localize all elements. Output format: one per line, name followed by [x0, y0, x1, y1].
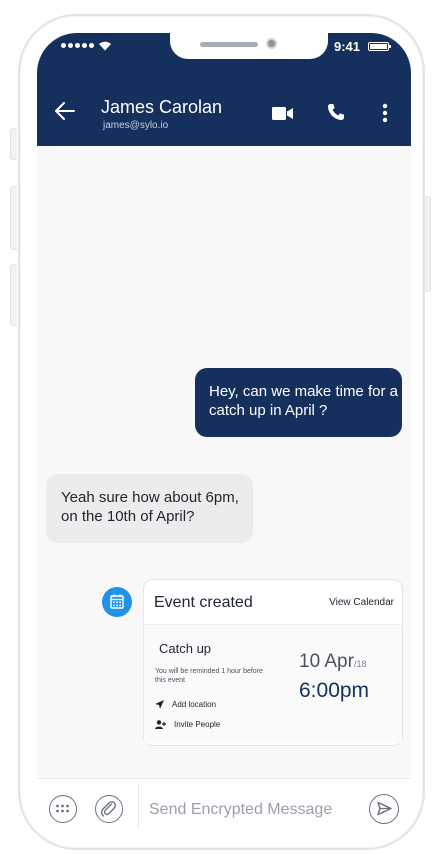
- voice-call-icon[interactable]: [327, 103, 345, 121]
- event-date: 10 Apr/18: [299, 651, 366, 673]
- add-location-label: Add location: [172, 700, 217, 709]
- event-year: /18: [353, 659, 367, 669]
- event-card[interactable]: Event created View Calendar Catch up You…: [143, 579, 403, 746]
- phone-notch: [170, 33, 328, 59]
- incoming-message[interactable]: Yeah sure how about 6pm, on the 10th of …: [46, 474, 253, 543]
- message-input[interactable]: [147, 795, 367, 825]
- attach-button[interactable]: [95, 795, 123, 823]
- status-signal: [61, 40, 112, 51]
- contact-email: james@sylo.io: [103, 120, 169, 131]
- keypad-button[interactable]: [49, 795, 77, 823]
- wifi-icon: [99, 41, 111, 51]
- mute-switch: [10, 128, 17, 160]
- status-right: 9:41: [333, 39, 391, 54]
- event-time: 6:00pm: [299, 679, 370, 702]
- send-button[interactable]: [369, 794, 399, 824]
- event-day-month: 10 Apr: [299, 651, 354, 672]
- status-time: 9:41: [333, 39, 360, 54]
- video-call-icon[interactable]: [272, 107, 293, 120]
- message-composer: [37, 778, 411, 832]
- event-details: Catch up You will be reminded 1 hour bef…: [144, 624, 402, 743]
- more-options-icon[interactable]: [382, 103, 388, 123]
- paperclip-icon: [100, 801, 117, 817]
- event-name: Catch up: [159, 641, 212, 656]
- battery-icon: [368, 42, 391, 51]
- calendar-badge: [102, 587, 132, 617]
- back-arrow-icon[interactable]: [55, 102, 75, 120]
- chat-header: 9:41 James Carolan james@sylo.io: [37, 33, 411, 146]
- contact-name: James Carolan: [101, 97, 223, 117]
- outgoing-message[interactable]: Hey, can we make time for a catch up in …: [195, 368, 402, 437]
- signal-icon: [61, 43, 94, 48]
- location-arrow-icon: [155, 700, 164, 709]
- invite-people-label: Invite People: [174, 720, 221, 729]
- stage: 9:41 James Carolan james@sylo.io Hey, ca…: [0, 0, 433, 855]
- add-person-icon: [155, 720, 166, 729]
- send-icon: [377, 801, 392, 816]
- keypad-icon: [56, 804, 69, 813]
- view-calendar-link[interactable]: View Calendar: [329, 597, 394, 608]
- volume-up-button: [10, 186, 17, 250]
- phone-screen: 9:41 James Carolan james@sylo.io Hey, ca…: [37, 33, 411, 832]
- speaker-grille: [200, 42, 258, 47]
- volume-down-button: [10, 264, 17, 326]
- invite-people-button[interactable]: Invite People: [155, 720, 220, 729]
- event-reminder: You will be reminded 1 hour before this …: [155, 668, 263, 684]
- add-location-button[interactable]: Add location: [155, 700, 216, 709]
- calendar-icon: [110, 594, 124, 609]
- front-camera: [266, 38, 277, 49]
- event-card-title: Event created: [154, 594, 253, 611]
- composer-divider: [138, 785, 139, 829]
